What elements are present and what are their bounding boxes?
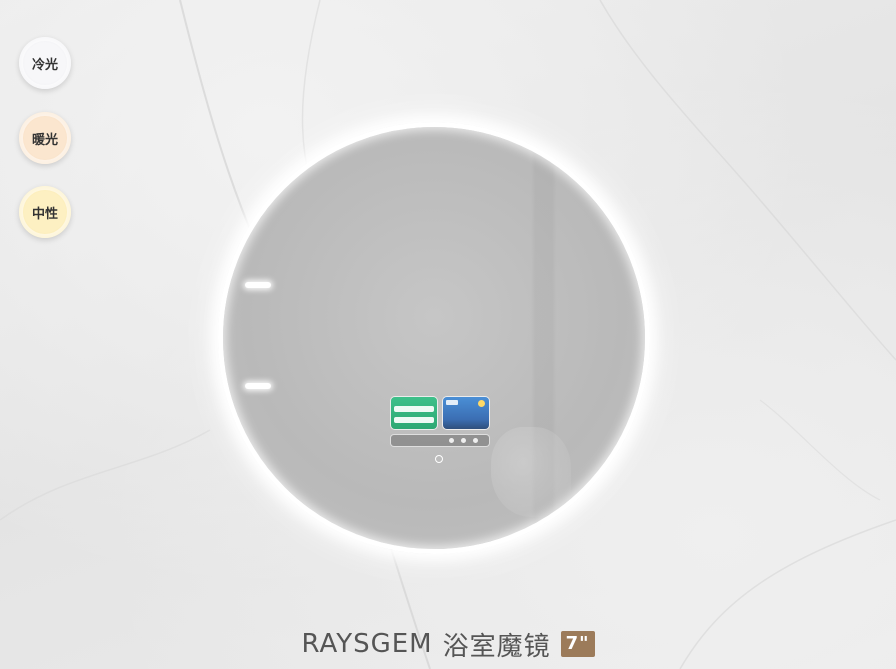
mirror-weather-widget[interactable] — [443, 397, 489, 429]
product-caption: RAYSGEM 浴室魔镜 7" — [0, 626, 896, 662]
size-badge: 7" — [560, 631, 595, 657]
reflected-light-bottom — [245, 383, 271, 389]
light-mode-neutral-button[interactable]: 中性 — [19, 186, 71, 238]
mirror-time-widget[interactable] — [391, 397, 437, 429]
mirror-dock-bar[interactable] — [391, 435, 489, 446]
weather-temp-mark — [446, 400, 458, 405]
round-smart-mirror — [218, 122, 650, 554]
sun-icon — [478, 400, 485, 407]
dock-icon[interactable] — [473, 438, 478, 443]
dock-icon[interactable] — [461, 438, 466, 443]
light-mode-cool-label: 冷光 — [31, 57, 58, 73]
brand-name: RAYSGEM — [301, 629, 433, 659]
time-widget-row — [394, 417, 434, 423]
light-mode-neutral-label: 中性 — [31, 206, 58, 222]
dock-icon[interactable] — [449, 438, 454, 443]
time-widget-row — [394, 406, 434, 412]
product-name: 浴室魔镜 — [442, 631, 551, 662]
reflected-light-top — [245, 282, 271, 288]
home-indicator-icon[interactable] — [435, 455, 443, 463]
light-mode-warm-button[interactable]: 暖光 — [19, 112, 71, 164]
light-mode-warm-label: 暖光 — [31, 132, 58, 148]
light-mode-cool-button[interactable]: 冷光 — [19, 37, 71, 89]
hand-reflection — [491, 427, 571, 517]
